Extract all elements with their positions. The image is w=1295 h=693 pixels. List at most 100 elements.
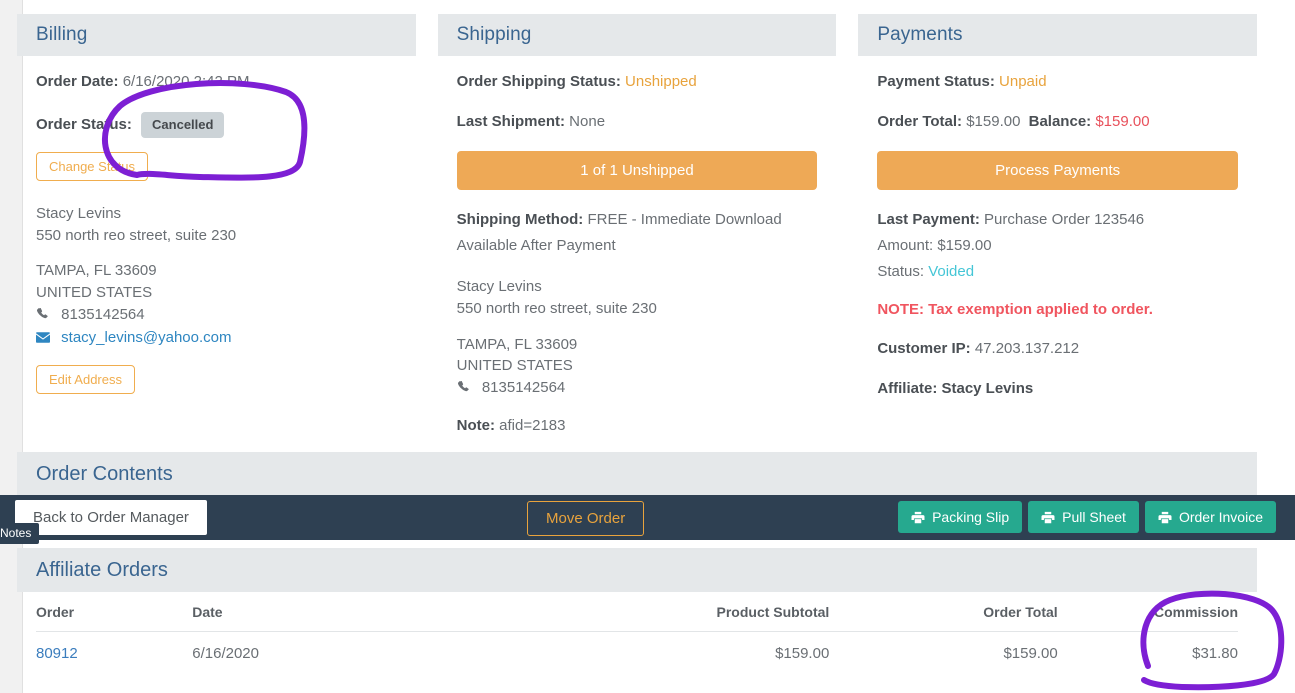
order-invoice-label: Order Invoice [1178, 509, 1263, 525]
billing-phone-line: 8135142564 [36, 304, 397, 327]
billing-email-line: stacy_levins@yahoo.com [36, 327, 397, 350]
payments-title: Payments [877, 24, 963, 45]
payments-card: Payments Payment Status: Unpaid Order To… [858, 14, 1257, 456]
printer-icon [1158, 511, 1172, 524]
last-payment-label: Last Payment: [877, 210, 980, 228]
cell-date: 6/16/2020 [192, 645, 259, 662]
phone-icon [457, 378, 473, 400]
pull-sheet-label: Pull Sheet [1062, 509, 1126, 525]
order-link[interactable]: 80912 [36, 645, 78, 662]
shipping-card-header: Shipping [437, 14, 837, 56]
shipping-method-row-2: Available After Payment [457, 236, 818, 256]
shipping-city-state-zip: TAMPA, FL 33609 [456, 335, 578, 353]
shipping-status-value: Unshipped [625, 73, 697, 90]
col-product-subtotal[interactable]: Product Subtotal [588, 592, 830, 632]
payment-amount: Amount: $159.00 [877, 236, 992, 254]
billing-name: Stacy Levins [36, 204, 122, 222]
phone-icon [36, 305, 52, 327]
shipping-status-label: Order Shipping Status: [456, 73, 621, 90]
shipping-name: Stacy Levins [456, 278, 542, 295]
shipping-method-row: Shipping Method: FREE - Immediate Downlo… [457, 210, 818, 230]
billing-country: UNITED STATES [36, 284, 153, 302]
payment-amount-row: Amount: $159.00 [877, 236, 1238, 256]
shipping-card: Shipping Order Shipping Status: Unshippe… [437, 14, 837, 456]
col-commission[interactable]: Commission [1057, 592, 1238, 632]
change-status-button[interactable]: Change Status [36, 151, 149, 181]
order-status-label: Order Status: [36, 116, 132, 133]
billing-address: Stacy Levins 550 north reo street, suite… [36, 203, 397, 350]
billing-city-state-zip: TAMPA, FL 33609 [36, 262, 157, 280]
order-date-label: Order Date: [36, 73, 119, 90]
order-total-value: $159.00 [966, 113, 1021, 131]
shipping-method-value: FREE - Immediate Download [587, 210, 782, 228]
shipping-note-row: Note: afid=2183 [457, 416, 818, 436]
billing-email[interactable]: stacy_levins@yahoo.com [61, 329, 231, 346]
col-order-total[interactable]: Order Total [829, 592, 1058, 632]
edit-address-button[interactable]: Edit Address [36, 365, 135, 395]
customer-ip-value: 47.203.137.212 [974, 339, 1080, 357]
shipping-note-label: Note: [456, 416, 495, 434]
billing-card-body: Order Date: 6/16/2020 2:42 PM Order Stat… [17, 56, 416, 395]
cell-commission: $31.80 [1192, 645, 1238, 662]
order-summary-cards: Billing Order Date: 6/16/2020 2:42 PM Or… [17, 14, 1257, 456]
tax-exemption-note: NOTE: Tax exemption applied to order. [877, 301, 1153, 319]
payment-status-line-label: Status: [877, 263, 925, 280]
printer-icon [911, 511, 925, 524]
customer-ip-label: Customer IP: [877, 339, 971, 357]
affiliate-row: Affiliate: Stacy Levins [877, 379, 1238, 399]
last-shipment-row: Last Shipment: None [457, 112, 818, 132]
billing-street: 550 north reo street, suite 230 [36, 226, 237, 244]
balance-label: Balance: [1028, 113, 1092, 131]
last-payment-value: Purchase Order 123546 [984, 210, 1145, 228]
printer-icon [1041, 511, 1055, 524]
shipping-address: Stacy Levins 550 north reo street, suite… [457, 276, 818, 400]
order-date-row: Order Date: 6/16/2020 2:42 PM [36, 72, 397, 92]
affiliate-orders-table: Order Date Product Subtotal Order Total … [36, 592, 1238, 672]
notes-tooltip-badge: Notes [0, 523, 40, 544]
order-status-badge: Cancelled [141, 112, 225, 138]
payments-card-body: Payment Status: Unpaid Order Total: $159… [858, 56, 1257, 399]
shipping-method-value-2: Available After Payment [456, 236, 616, 254]
last-payment-row: Last Payment: Purchase Order 123546 [877, 210, 1238, 230]
table-header-row: Order Date Product Subtotal Order Total … [36, 592, 1238, 632]
affiliate-line: Affiliate: Stacy Levins [877, 379, 1034, 397]
shipping-card-body: Order Shipping Status: Unshipped Last Sh… [438, 56, 837, 436]
order-invoice-button[interactable]: Order Invoice [1144, 501, 1276, 533]
back-to-order-manager-button[interactable]: Back to Order Manager [15, 500, 207, 535]
last-shipment-value: None [569, 113, 606, 131]
col-order[interactable]: Order [36, 592, 193, 632]
col-date[interactable]: Date [192, 592, 589, 632]
order-contents-title: Order Contents [36, 462, 173, 485]
shipping-street: 550 north reo street, suite 230 [456, 299, 657, 317]
customer-ip-row: Customer IP: 47.203.137.212 [877, 339, 1238, 359]
order-contents-panel: Order Contents [17, 452, 1257, 496]
payment-status-label: Payment Status: [877, 73, 995, 90]
change-status-row: Change Status [36, 151, 397, 181]
affiliate-orders-panel: Affiliate Orders Order Date Product Subt… [17, 548, 1257, 672]
packing-slip-button[interactable]: Packing Slip [898, 501, 1023, 533]
shipping-title: Shipping [456, 24, 532, 45]
payment-status-line-row: Status: Voided [877, 262, 1238, 282]
shipping-method-label: Shipping Method: [456, 210, 584, 228]
order-status-row: Order Status: Cancelled [36, 112, 397, 138]
order-contents-header: Order Contents [17, 452, 1257, 496]
shipping-country: UNITED STATES [456, 357, 573, 375]
billing-phone: 8135142564 [61, 305, 145, 323]
affiliate-orders-table-wrap: Order Date Product Subtotal Order Total … [17, 592, 1257, 672]
affiliate-orders-title: Affiliate Orders [36, 558, 168, 581]
shipping-phone-line: 8135142564 [457, 377, 818, 400]
process-payments-button[interactable]: Process Payments [877, 150, 1238, 190]
billing-card: Billing Order Date: 6/16/2020 2:42 PM Or… [17, 14, 416, 456]
payment-status-row: Payment Status: Unpaid [877, 72, 1238, 92]
shipping-status-row: Order Shipping Status: Unshipped [457, 72, 818, 92]
payments-card-header: Payments [858, 14, 1257, 56]
cell-order-total: $159.00 [1003, 645, 1058, 662]
move-order-button[interactable]: Move Order [527, 501, 645, 536]
order-date-value: 6/16/2020 2:42 PM [122, 73, 250, 90]
print-button-group: Packing Slip Pull Sheet Order Invoice [898, 501, 1276, 533]
billing-title: Billing [36, 24, 88, 45]
unshipped-button[interactable]: 1 of 1 Unshipped [456, 150, 818, 190]
pull-sheet-button[interactable]: Pull Sheet [1028, 501, 1139, 533]
packing-slip-label: Packing Slip [932, 509, 1010, 525]
affiliate-orders-header: Affiliate Orders [17, 548, 1257, 592]
